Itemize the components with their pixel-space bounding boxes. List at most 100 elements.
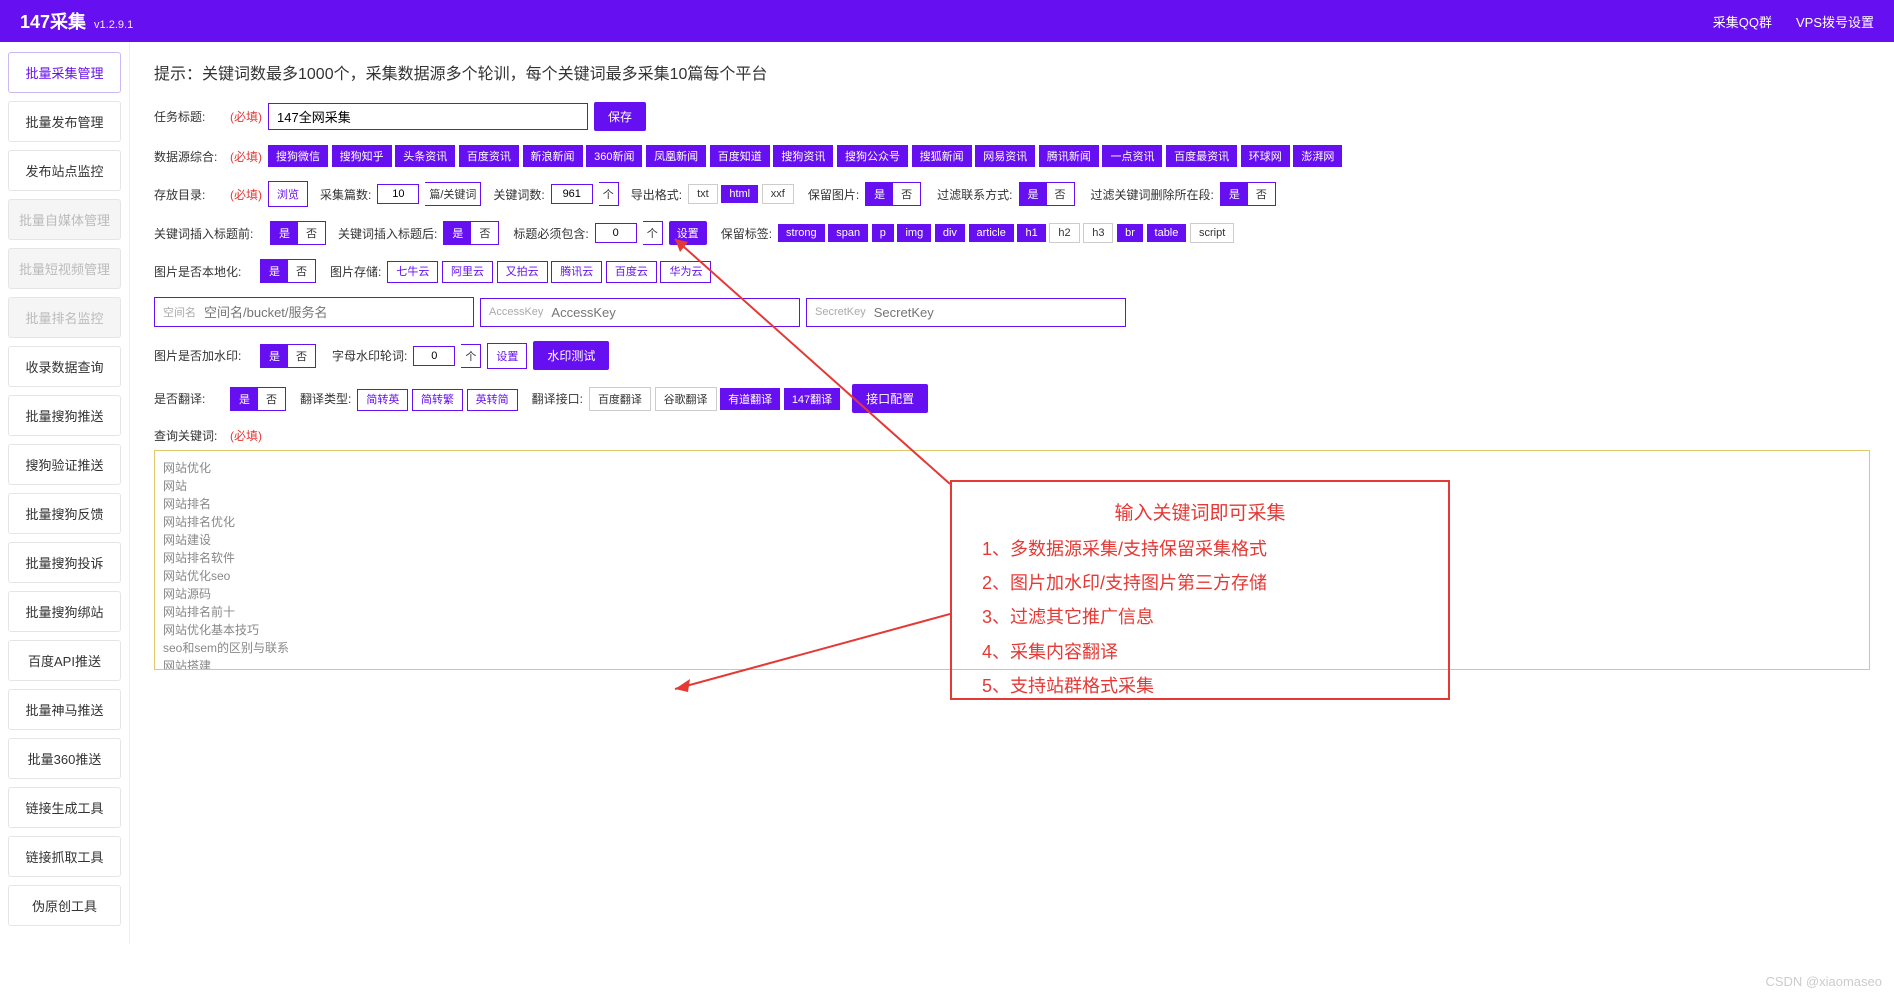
export-format-label: 导出格式:: [631, 186, 682, 203]
sidebar-item[interactable]: 链接生成工具: [8, 787, 121, 828]
sidebar-item[interactable]: 批量神马推送: [8, 689, 121, 730]
sidebar-item[interactable]: 发布站点监控: [8, 150, 121, 191]
translate-api-option[interactable]: 百度翻译: [589, 387, 651, 411]
app-version: v1.2.9.1: [94, 19, 133, 31]
csdn-watermark: CSDN @xiaomaseo: [1765, 974, 1882, 989]
datasource-chip[interactable]: 360新闻: [586, 145, 642, 167]
sidebar-item[interactable]: 批量发布管理: [8, 101, 121, 142]
export-format-chip[interactable]: html: [721, 185, 758, 203]
translate-api-option[interactable]: 有道翻译: [720, 388, 780, 410]
insert-after-toggle[interactable]: 是否: [443, 221, 499, 245]
tag-chip[interactable]: br: [1117, 224, 1143, 242]
keep-image-toggle[interactable]: 是否: [865, 182, 921, 206]
tag-chip[interactable]: h1: [1017, 224, 1045, 242]
sidebar-item: 批量短视频管理: [8, 248, 121, 289]
image-local-toggle[interactable]: 是否: [260, 259, 316, 283]
title-contain-unit: 个: [643, 221, 663, 245]
sidebar-item[interactable]: 百度API推送: [8, 640, 121, 681]
cloud-option[interactable]: 华为云: [660, 261, 711, 283]
datasource-chip[interactable]: 搜狗公众号: [837, 145, 908, 167]
api-config-button[interactable]: 接口配置: [852, 384, 928, 413]
sidebar-item[interactable]: 链接抓取工具: [8, 836, 121, 877]
translate-type-option[interactable]: 简转繁: [412, 389, 463, 411]
translate-type-option[interactable]: 英转简: [467, 389, 518, 411]
datasource-chip[interactable]: 网易资讯: [975, 145, 1035, 167]
datasource-chip[interactable]: 一点资讯: [1102, 145, 1162, 167]
watermark-toggle[interactable]: 是否: [260, 344, 316, 368]
access-key-field[interactable]: AccessKey: [480, 298, 800, 327]
filter-contact-toggle[interactable]: 是否: [1019, 182, 1075, 206]
translate-api-option[interactable]: 谷歌翻译: [655, 387, 717, 411]
sidebar-item[interactable]: 批量搜狗投诉: [8, 542, 121, 583]
sidebar-item[interactable]: 搜狗验证推送: [8, 444, 121, 485]
translate-type-option[interactable]: 简转英: [357, 389, 408, 411]
sidebar-item[interactable]: 收录数据查询: [8, 346, 121, 387]
tag-chip[interactable]: article: [969, 224, 1014, 242]
tag-chip[interactable]: span: [828, 224, 868, 242]
hint-text: 提示：关键词数最多1000个，采集数据源多个轮训，每个关键词最多采集10篇每个平…: [154, 60, 1870, 84]
datasource-chip[interactable]: 凤凰新闻: [646, 145, 706, 167]
tag-chip[interactable]: strong: [778, 224, 825, 242]
datasource-chip[interactable]: 百度知道: [710, 145, 770, 167]
watermark-test-button[interactable]: 水印测试: [533, 341, 609, 370]
translate-toggle[interactable]: 是否: [230, 387, 286, 411]
keyword-count-input[interactable]: [551, 184, 593, 204]
cloud-option[interactable]: 阿里云: [442, 261, 493, 283]
datasource-chip[interactable]: 搜狗微信: [268, 145, 328, 167]
tag-chip[interactable]: script: [1190, 223, 1234, 243]
datasource-chip[interactable]: 环球网: [1241, 145, 1290, 167]
tag-chip[interactable]: div: [935, 224, 965, 242]
datasource-chip[interactable]: 澎湃网: [1293, 145, 1342, 167]
datasource-chip[interactable]: 搜狗资讯: [773, 145, 833, 167]
sidebar-item[interactable]: 批量搜狗反馈: [8, 493, 121, 534]
filter-contact-label: 过滤联系方式:: [937, 186, 1012, 203]
translate-api-option[interactable]: 147翻译: [784, 388, 840, 410]
tag-chip[interactable]: p: [872, 224, 894, 242]
save-button[interactable]: 保存: [594, 102, 646, 131]
link-qq-group[interactable]: 采集QQ群: [1713, 12, 1772, 31]
browse-button[interactable]: 浏览: [268, 181, 308, 207]
cloud-option[interactable]: 又拍云: [497, 261, 548, 283]
tag-chip[interactable]: img: [897, 224, 931, 242]
watermark-set-button[interactable]: 设置: [487, 343, 527, 369]
space-name-input[interactable]: [204, 305, 465, 320]
sidebar-item[interactable]: 批量搜狗推送: [8, 395, 121, 436]
tag-chip[interactable]: h3: [1083, 223, 1113, 243]
cloud-option[interactable]: 七牛云: [387, 261, 438, 283]
sidebar-item: 批量自媒体管理: [8, 199, 121, 240]
keywords-textarea[interactable]: [154, 450, 1870, 670]
insert-before-toggle[interactable]: 是否: [270, 221, 326, 245]
datasource-chip[interactable]: 腾讯新闻: [1039, 145, 1099, 167]
datasource-chip[interactable]: 搜狐新闻: [912, 145, 972, 167]
export-format-chip[interactable]: xxf: [762, 184, 794, 204]
watermark-rotate-input[interactable]: [413, 346, 455, 366]
space-name-field[interactable]: 空间名: [154, 297, 474, 327]
tag-chip[interactable]: h2: [1049, 223, 1079, 243]
datasource-chip[interactable]: 新浪新闻: [523, 145, 583, 167]
link-vps-settings[interactable]: VPS拨号设置: [1796, 12, 1874, 31]
collect-count-input[interactable]: [377, 184, 419, 204]
required-marker: (必填): [230, 186, 262, 203]
required-marker: (必填): [230, 148, 262, 165]
title-contain-input[interactable]: [595, 223, 637, 243]
sidebar-item[interactable]: 批量采集管理: [8, 52, 121, 93]
sidebar-item[interactable]: 伪原创工具: [8, 885, 121, 926]
access-key-input[interactable]: [551, 305, 791, 320]
datasource-chip[interactable]: 头条资讯: [395, 145, 455, 167]
sidebar-item[interactable]: 批量360推送: [8, 738, 121, 779]
sidebar-item[interactable]: 批量搜狗绑站: [8, 591, 121, 632]
translate-type-label: 翻译类型:: [300, 390, 351, 407]
cloud-option[interactable]: 百度云: [606, 261, 657, 283]
secret-key-field[interactable]: SecretKey: [806, 298, 1126, 327]
title-contain-set-button[interactable]: 设置: [669, 221, 707, 245]
secret-key-input[interactable]: [874, 305, 1117, 320]
task-title-input[interactable]: [268, 103, 588, 130]
export-format-chip[interactable]: txt: [688, 184, 718, 204]
cloud-option[interactable]: 腾讯云: [551, 261, 602, 283]
datasource-chip[interactable]: 搜狗知乎: [332, 145, 392, 167]
tag-chip[interactable]: table: [1147, 224, 1187, 242]
datasource-chip[interactable]: 百度最资讯: [1166, 145, 1237, 167]
filter-keyword-para-toggle[interactable]: 是否: [1220, 182, 1276, 206]
datasource-chip[interactable]: 百度资讯: [459, 145, 519, 167]
app-title: 147采集: [20, 8, 86, 34]
